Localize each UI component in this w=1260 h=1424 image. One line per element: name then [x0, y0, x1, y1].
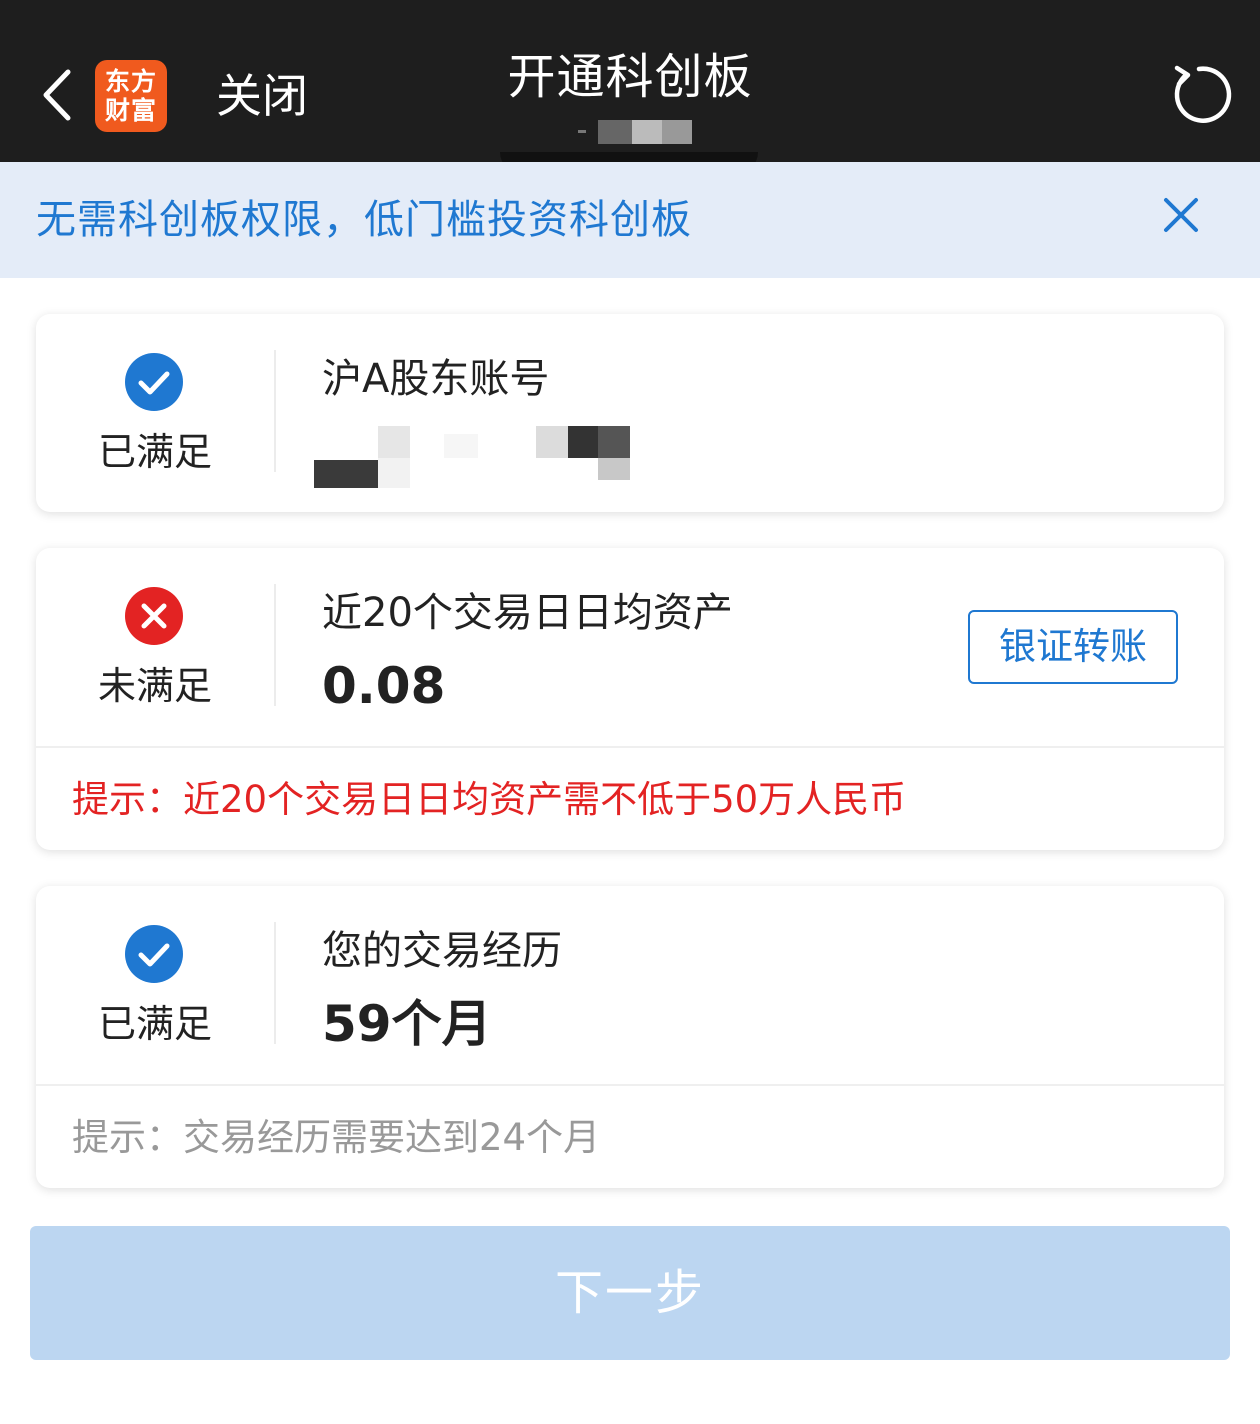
account-label: 沪A股东账号: [322, 356, 550, 402]
masked-subtitle: [578, 112, 694, 144]
assets-tip: 提示：近20个交易日日均资产需不低于50万人民币: [72, 778, 907, 821]
check-circle-icon: [125, 353, 183, 411]
app-header: 东方 财富 关闭 开通科创板: [0, 0, 1260, 162]
vertical-divider: [274, 350, 276, 472]
banner-close-button[interactable]: [1160, 194, 1202, 236]
horizontal-divider: [36, 1084, 1224, 1086]
status-label: 已满足: [97, 1002, 212, 1046]
status-label: 未满足: [97, 664, 212, 708]
assets-label: 近20个交易日日均资产: [322, 590, 733, 636]
assets-value: 0.08: [322, 657, 446, 715]
horizontal-divider: [36, 746, 1224, 748]
requirement-card-experience: 已满足 您的交易经历 59个月 提示：交易经历需要达到24个月: [36, 886, 1224, 1188]
masked-account-number: [314, 426, 634, 488]
page-title: 开通科创板: [507, 49, 753, 105]
next-step-button[interactable]: 下一步: [30, 1226, 1230, 1360]
close-icon: [1164, 198, 1198, 232]
x-circle-icon: [125, 587, 183, 645]
bank-securities-transfer-button[interactable]: 银证转账: [968, 610, 1178, 684]
check-circle-icon: [125, 925, 183, 983]
refresh-icon: [1174, 65, 1232, 123]
status-label: 已满足: [97, 430, 212, 474]
promo-banner[interactable]: 无需科创板权限，低门槛投资科创板: [0, 162, 1260, 278]
banner-text[interactable]: 无需科创板权限，低门槛投资科创板: [36, 192, 692, 248]
refresh-button[interactable]: [1166, 62, 1232, 128]
experience-tip: 提示：交易经历需要达到24个月: [72, 1116, 601, 1159]
vertical-divider: [274, 584, 276, 706]
requirement-card-assets: 未满足 近20个交易日日均资产 0.08 银证转账 提示：近20个交易日日均资产…: [36, 548, 1224, 850]
requirement-card-account: 已满足 沪A股东账号: [36, 314, 1224, 512]
vertical-divider: [274, 922, 276, 1044]
experience-label: 您的交易经历: [322, 928, 562, 974]
experience-value: 59个月: [322, 995, 492, 1053]
